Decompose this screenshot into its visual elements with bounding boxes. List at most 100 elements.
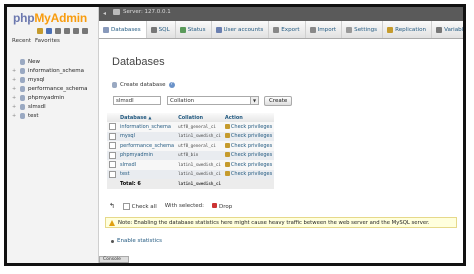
column-header-database[interactable]: Database ▲ <box>118 113 177 122</box>
collation-value: utf8_general_ci <box>178 123 216 129</box>
main-content: Databases Create database ? slmsdl Colla… <box>99 39 463 263</box>
check-privileges-link[interactable]: Check privileges <box>224 123 272 130</box>
help-icon[interactable]: ? <box>168 82 175 88</box>
sidebar-database-item[interactable]: + information_schema <box>12 66 87 75</box>
expand-icon[interactable]: + <box>12 77 18 83</box>
expand-icon[interactable]: + <box>12 113 18 119</box>
users-icon <box>215 26 222 33</box>
check-all-checkbox[interactable] <box>122 202 130 210</box>
tab-user-accounts[interactable]: User accounts <box>212 21 270 38</box>
tab-databases[interactable]: Databases <box>99 21 147 38</box>
check-privileges-link[interactable]: Check privileges <box>224 161 272 168</box>
tab-settings[interactable]: Settings <box>342 21 384 38</box>
table-row: performance_schema utf8_general_ci Check p… <box>107 141 275 151</box>
database-icon <box>20 103 25 110</box>
sidebar-database-item[interactable]: + performance_schema <box>12 84 87 93</box>
gear-icon[interactable] <box>73 28 79 34</box>
total-collation: latin1_swedish_ci <box>178 180 221 186</box>
column-header-collation[interactable]: Collation <box>176 113 223 122</box>
row-checkbox[interactable] <box>109 170 116 178</box>
privileges-icon <box>224 133 230 139</box>
tab-export[interactable]: Export <box>269 21 306 38</box>
database-icon <box>20 112 25 119</box>
sidebar-database-label: phpmyadmin <box>28 94 65 101</box>
database-icon <box>20 94 25 101</box>
check-privileges-link[interactable]: Check privileges <box>224 171 272 177</box>
database-link[interactable]: test <box>120 171 130 177</box>
sidebar-tab-favorites[interactable]: Favorites <box>35 38 60 44</box>
reload-icon[interactable] <box>82 28 88 34</box>
status-icon <box>179 26 186 33</box>
home-icon[interactable] <box>37 28 43 34</box>
import-icon <box>309 26 316 33</box>
bulk-actions: ↰ Check all With selected: Drop <box>109 202 232 210</box>
collation-select[interactable]: Collation ▼ <box>167 96 259 105</box>
database-icon <box>103 26 109 33</box>
breadcrumb-server[interactable]: Server: 127.0.0.1 <box>113 9 171 15</box>
database-icon <box>20 67 25 74</box>
database-tree: New + information_schema + mysql + performance… <box>12 57 87 120</box>
table-row: phpmyadmin utf8_bin Check privileges <box>107 150 275 160</box>
table-row: mysql latin1_swedish_ci Check privileges <box>107 131 275 141</box>
sidebar-database-item[interactable]: New <box>12 57 87 66</box>
database-link[interactable]: information_schema <box>120 124 171 130</box>
expand-icon[interactable] <box>12 59 18 65</box>
table-row: information_schema utf8_general_ci Check p… <box>107 122 275 132</box>
table-row: slmsdl latin1_swedish_ci Check privileges <box>107 160 275 170</box>
row-checkbox[interactable] <box>109 142 116 150</box>
expand-icon[interactable]: + <box>12 95 18 101</box>
tab-variables[interactable]: Variables <box>432 21 463 38</box>
help-icon[interactable] <box>55 28 61 34</box>
databases-table: Database ▲ Collation Action information_… <box>107 113 275 189</box>
database-link[interactable]: mysql <box>120 133 135 139</box>
expand-icon[interactable]: + <box>12 68 18 74</box>
expand-icon[interactable]: + <box>12 104 18 110</box>
row-checkbox[interactable] <box>109 132 116 140</box>
row-checkbox[interactable] <box>109 161 116 169</box>
check-privileges-link[interactable]: Check privileges <box>224 133 272 139</box>
header-checkbox-spacer <box>107 113 118 122</box>
tab-status[interactable]: Status <box>176 21 212 38</box>
database-link[interactable]: phpmyadmin <box>120 152 153 158</box>
drop-button[interactable]: Drop <box>212 202 232 210</box>
create-button[interactable]: Create <box>264 96 293 106</box>
column-header-action: Action <box>222 113 275 122</box>
sidebar-tab-recent[interactable]: Recent <box>12 38 31 44</box>
sidebar-database-label: slmsdl <box>28 103 46 110</box>
phpmyadmin-logo[interactable]: phpMyAdmin <box>13 11 87 25</box>
check-all[interactable]: Check all <box>122 202 157 210</box>
sidebar-tabs: Recent Favorites <box>12 38 64 44</box>
documentation-icon[interactable] <box>64 28 70 34</box>
sql-icon <box>150 26 157 33</box>
expand-icon[interactable]: + <box>12 86 18 92</box>
logout-icon[interactable] <box>46 28 52 34</box>
privileges-icon <box>224 171 230 177</box>
collation-value: latin1_swedish_ci <box>178 133 221 139</box>
console-toggle[interactable]: Console <box>99 256 129 263</box>
sidebar-database-label: information_schema <box>28 67 84 74</box>
sidebar-database-item[interactable]: + mysql <box>12 75 87 84</box>
sidebar-database-item[interactable]: + test <box>12 111 87 120</box>
main-tabs: Databases SQL Status User accounts Export Imp… <box>99 21 463 39</box>
check-privileges-link[interactable]: Check privileges <box>224 142 272 149</box>
row-checkbox[interactable] <box>109 151 116 159</box>
row-checkbox[interactable] <box>109 123 116 131</box>
privileges-icon <box>224 123 230 129</box>
check-privileges-link[interactable]: Check privileges <box>224 152 272 158</box>
replication-icon <box>387 26 394 33</box>
database-link[interactable]: slmsdl <box>120 162 136 168</box>
create-database-label: Create database ? <box>112 82 175 88</box>
sidebar-icon-row <box>37 28 88 34</box>
table-total-row: Total: 6 latin1_swedish_ci <box>107 179 275 189</box>
database-link[interactable]: performance_schema <box>120 143 174 149</box>
total-label: Total: 6 <box>118 179 177 189</box>
with-selected-label: With selected: <box>164 203 205 209</box>
tab-replication[interactable]: Replication <box>383 21 433 38</box>
enable-statistics-link[interactable]: Enable statistics <box>111 238 162 244</box>
sidebar-database-item[interactable]: + phpmyadmin <box>12 93 87 102</box>
database-name-input[interactable]: slmsdl <box>113 96 161 105</box>
tab-import[interactable]: Import <box>306 21 343 38</box>
sidebar-database-item[interactable]: + slmsdl <box>12 102 87 111</box>
tab-sql[interactable]: SQL <box>147 21 176 38</box>
back-arrow-icon[interactable]: ◂ <box>103 10 106 17</box>
